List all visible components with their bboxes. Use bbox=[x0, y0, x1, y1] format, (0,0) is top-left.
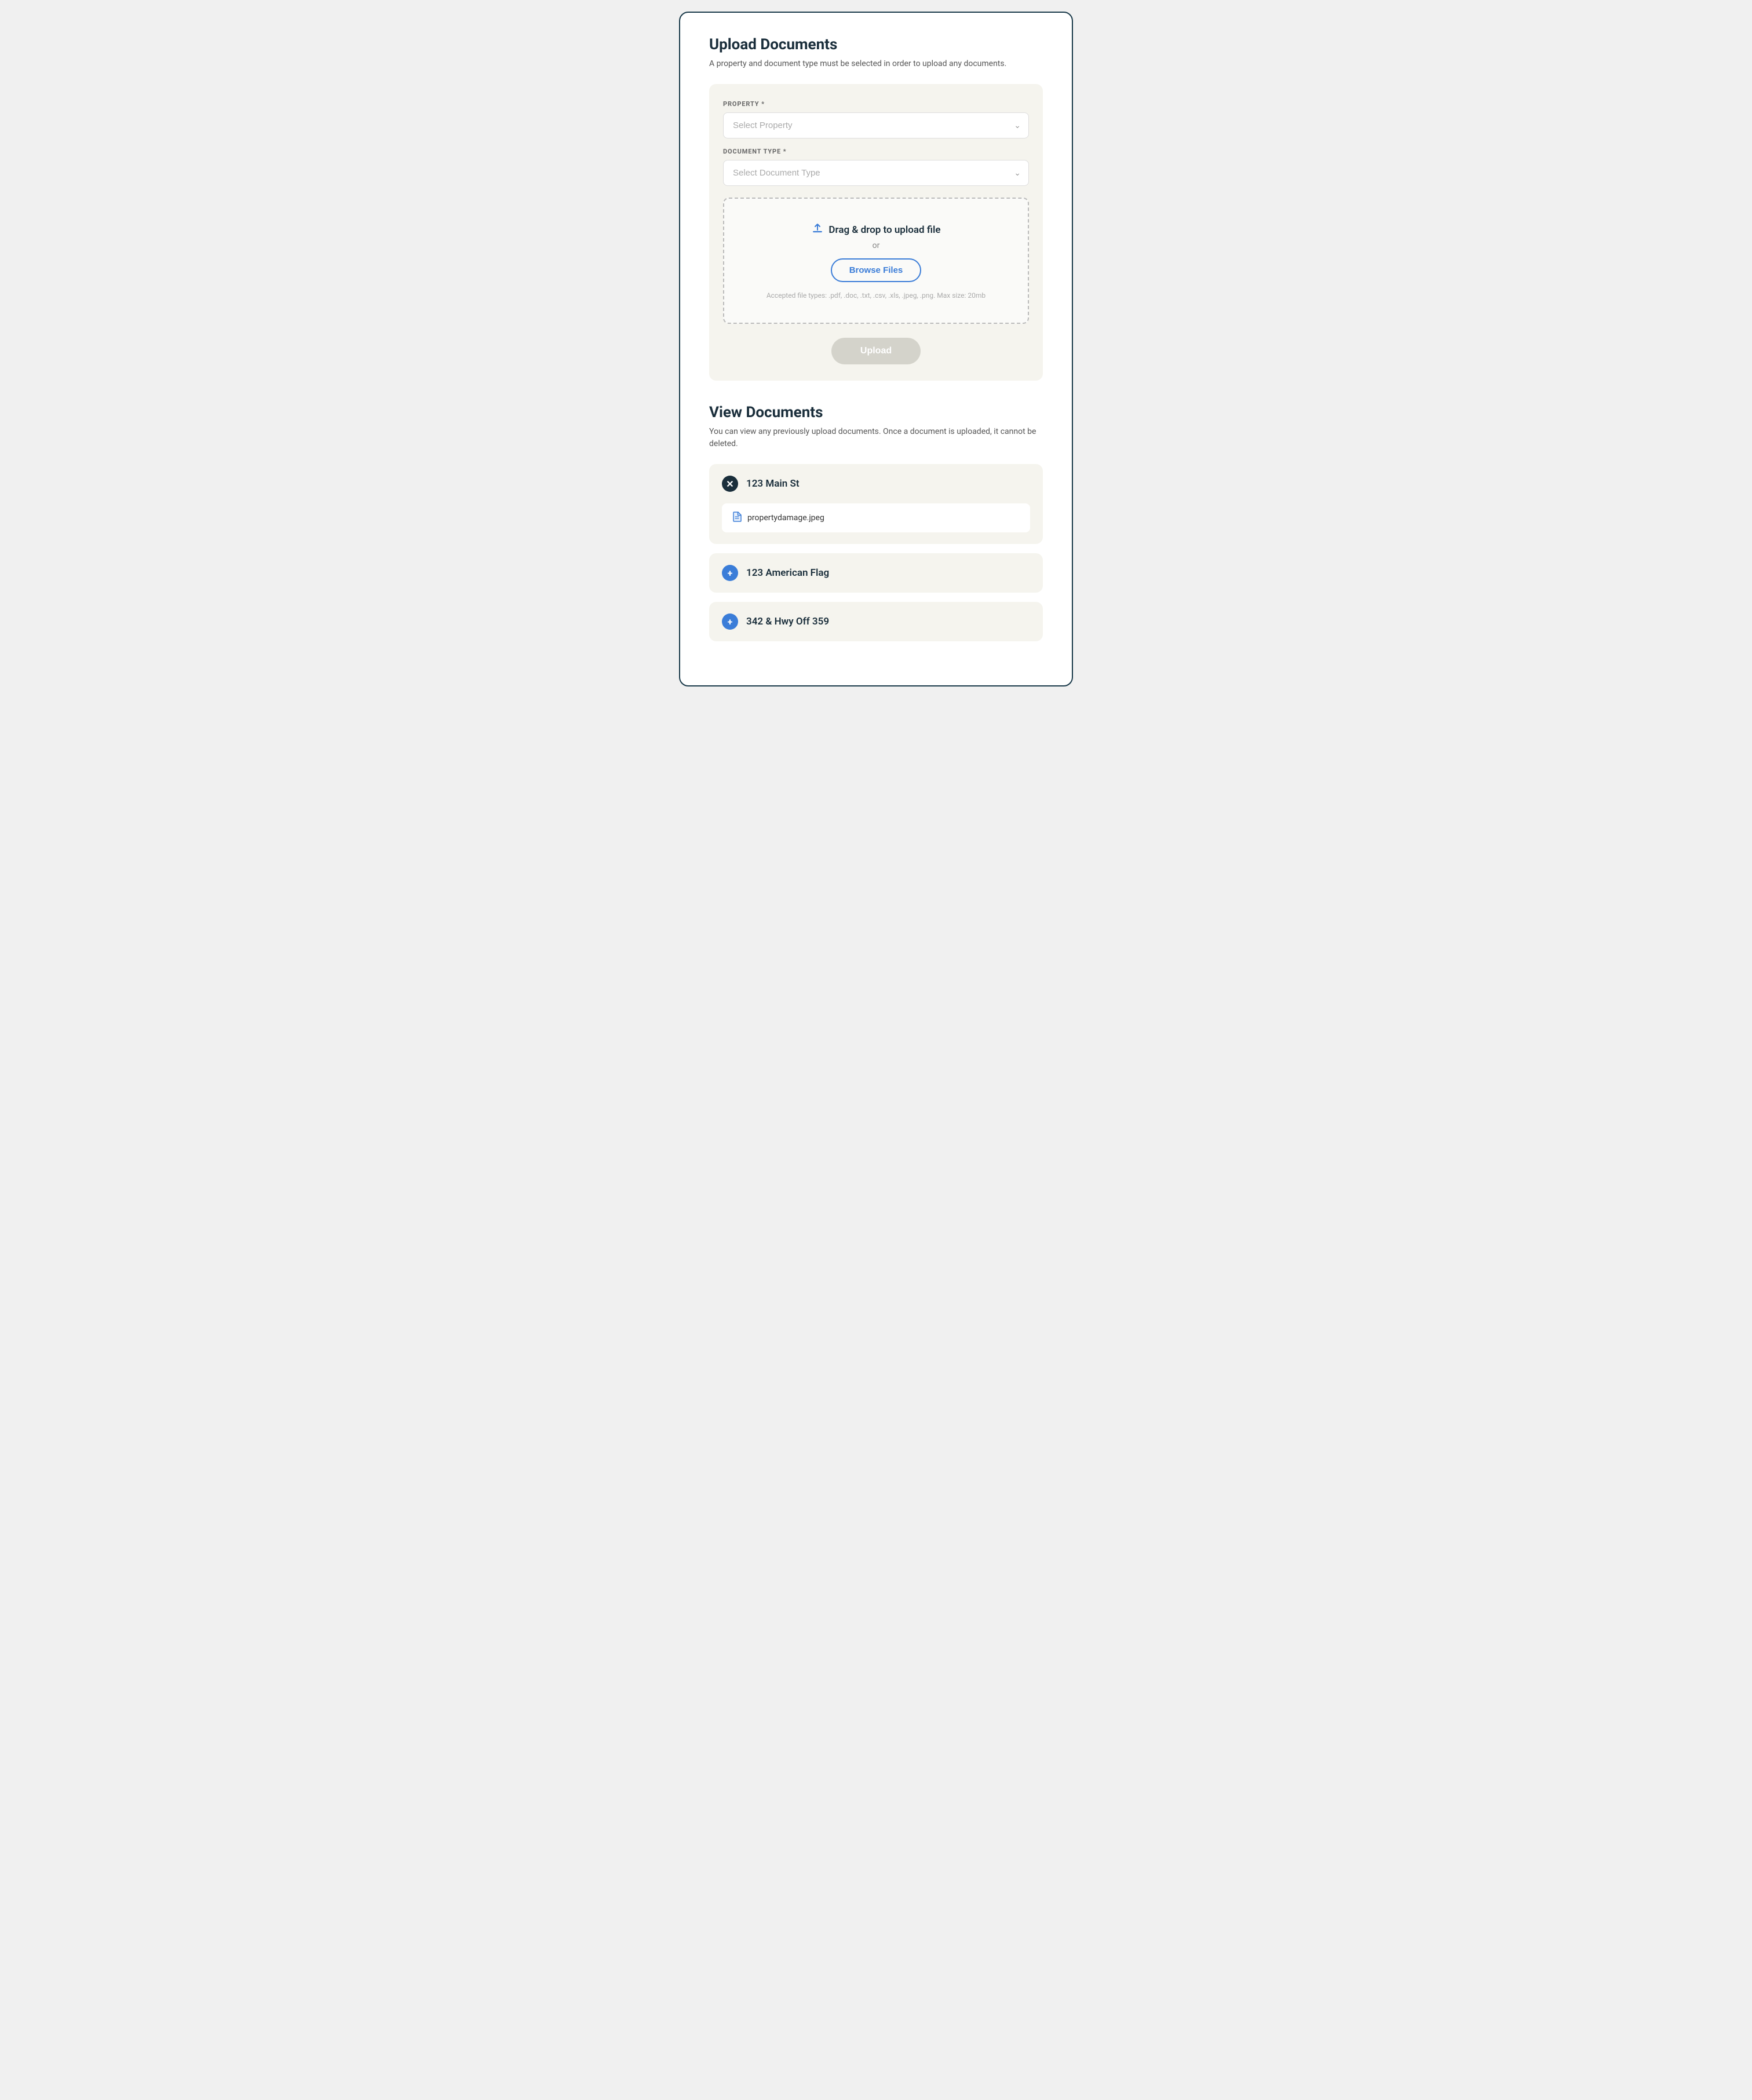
upload-description: A property and document type must be sel… bbox=[709, 58, 1043, 70]
property-header-2[interactable]: + 342 & Hwy Off 359 bbox=[709, 602, 1043, 641]
property-plus-icon-2: + bbox=[722, 613, 738, 630]
document-type-select[interactable]: Select Document Type bbox=[723, 160, 1029, 186]
dropzone[interactable]: Drag & drop to upload file or Browse Fil… bbox=[723, 198, 1029, 324]
view-title: View Documents bbox=[709, 404, 1043, 421]
property-accordion-2: + 342 & Hwy Off 359 bbox=[709, 602, 1043, 641]
drag-drop-text: Drag & drop to upload file bbox=[736, 222, 1016, 238]
upload-title: Upload Documents bbox=[709, 36, 1043, 53]
property-select-wrapper: Select Property ⌄ bbox=[723, 112, 1029, 138]
upload-card: PROPERTY * Select Property ⌄ DOCUMENT TY… bbox=[709, 84, 1043, 381]
property-name-2: 342 & Hwy Off 359 bbox=[746, 616, 829, 627]
upload-button[interactable]: Upload bbox=[831, 338, 921, 364]
browse-files-button[interactable]: Browse Files bbox=[831, 258, 922, 282]
document-type-label: DOCUMENT TYPE * bbox=[723, 148, 1029, 155]
property-plus-icon-1: + bbox=[722, 565, 738, 581]
document-type-select-wrapper: Select Document Type ⌄ bbox=[723, 160, 1029, 186]
property-close-icon-0: ✕ bbox=[722, 476, 738, 492]
property-docs-0: propertydamage.jpeg bbox=[709, 503, 1043, 544]
property-header-0[interactable]: ✕ 123 Main St bbox=[709, 464, 1043, 503]
property-name-0: 123 Main St bbox=[746, 478, 800, 490]
page-container: Upload Documents A property and document… bbox=[679, 12, 1073, 686]
property-label: PROPERTY * bbox=[723, 100, 1029, 108]
upload-icon bbox=[811, 222, 824, 238]
property-accordion-1: + 123 American Flag bbox=[709, 553, 1043, 593]
property-header-1[interactable]: + 123 American Flag bbox=[709, 553, 1043, 593]
upload-section: Upload Documents A property and document… bbox=[709, 36, 1043, 381]
or-text: or bbox=[736, 241, 1016, 250]
doc-name-0: propertydamage.jpeg bbox=[747, 513, 824, 523]
property-name-1: 123 American Flag bbox=[746, 567, 829, 579]
accepted-files-text: Accepted file types: .pdf, .doc, .txt, .… bbox=[736, 291, 1016, 300]
doc-item-0: propertydamage.jpeg bbox=[722, 503, 1030, 532]
view-description: You can view any previously upload docum… bbox=[709, 426, 1043, 450]
doc-file-icon-0 bbox=[732, 512, 742, 524]
view-section: View Documents You can view any previous… bbox=[709, 404, 1043, 641]
property-accordion-0: ✕ 123 Main St propertydamage.jpeg bbox=[709, 464, 1043, 544]
property-select[interactable]: Select Property bbox=[723, 112, 1029, 138]
